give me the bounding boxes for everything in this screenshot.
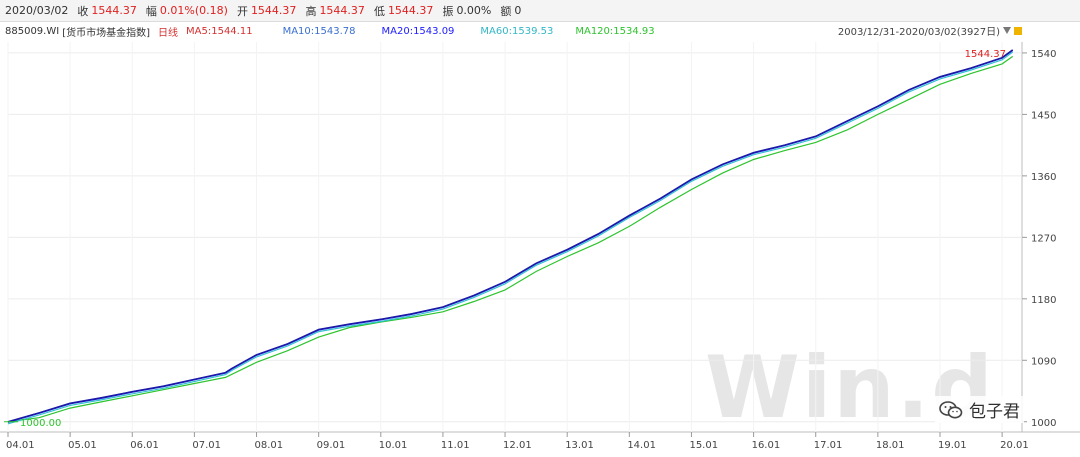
price-line (7, 49, 1014, 423)
x-tick-label: 11.01 (441, 440, 470, 451)
x-tick-label: 12.01 (503, 440, 532, 451)
ma20-line (7, 49, 1014, 423)
x-tick-label: 17.01 (814, 440, 843, 451)
x-tick-label: 09.01 (317, 440, 346, 451)
y-tick-label: 1540 (1031, 49, 1056, 60)
price-chart[interactable]: 1540 1450 1360 1270 1180 1090 1000 04.01 05.01 06… (0, 0, 1080, 457)
x-tick-label: 15.01 (689, 440, 718, 451)
y-tick-label: 1180 (1031, 295, 1056, 306)
x-tick-label: 05.01 (68, 440, 97, 451)
y-tick-label: 1090 (1031, 356, 1056, 367)
y-tick-label: 1360 (1031, 172, 1056, 183)
x-tick-label: 20.01 (1000, 440, 1029, 451)
x-tick-label: 19.01 (938, 440, 967, 451)
wechat-icon (939, 400, 963, 419)
y-tick-label: 1450 (1031, 110, 1056, 121)
y-tick-label: 1270 (1031, 233, 1056, 244)
x-tick-label: 08.01 (255, 440, 284, 451)
ma120-line (7, 55, 1014, 423)
x-tick-label: 04.01 (6, 440, 35, 451)
x-tick-label: 07.01 (192, 440, 221, 451)
x-tick-label: 14.01 (627, 440, 656, 451)
x-tick-label: 10.01 (379, 440, 408, 451)
ma60-line (7, 51, 1014, 425)
start-value-label: 1000.00 (20, 418, 61, 429)
wechat-label: 包子君 (969, 402, 1020, 422)
wechat-badge: 包子君 (935, 396, 1024, 423)
x-tick-label: 13.01 (565, 440, 594, 451)
x-tick-label: 06.01 (130, 440, 159, 451)
x-tick-label: 18.01 (876, 440, 905, 451)
end-value-label: 1544.37 (965, 49, 1006, 60)
ma5-line (7, 49, 1013, 423)
y-tick-label: 1000 (1031, 418, 1056, 429)
x-tick-label: 16.01 (752, 440, 781, 451)
